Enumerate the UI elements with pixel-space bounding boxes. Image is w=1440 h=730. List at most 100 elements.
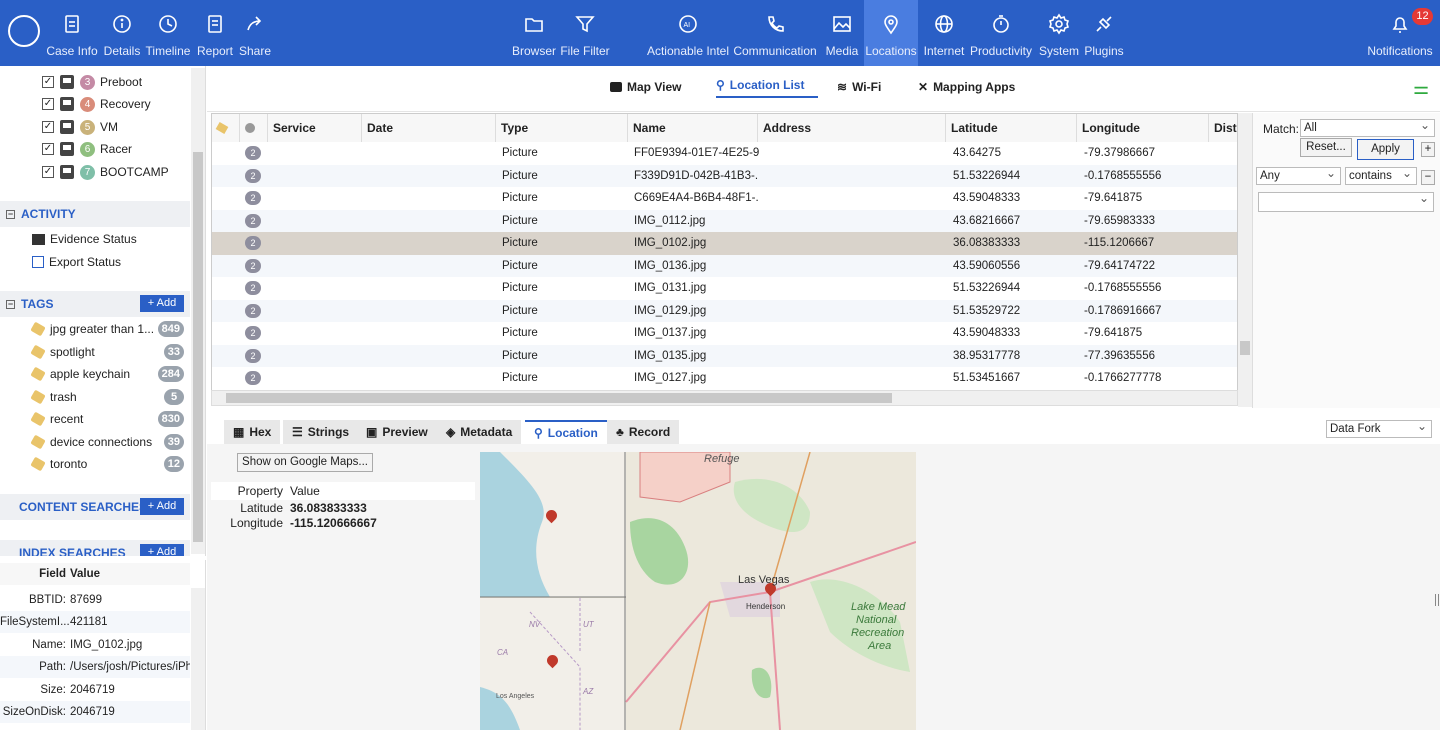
column-header-type[interactable]: Type bbox=[496, 114, 628, 142]
table-row[interactable]: 2 Picture IMG_0136.jpg 43.59060556 -79.64174… bbox=[212, 254, 1237, 277]
toolbar-timeline[interactable]: Timeline bbox=[146, 0, 190, 66]
tag-item[interactable]: spotlight 33 bbox=[0, 341, 190, 363]
add-index-search-button[interactable]: + Add bbox=[140, 544, 184, 556]
fields-scrollbar[interactable] bbox=[191, 588, 205, 730]
toolbar-productivity[interactable]: Productivity bbox=[970, 0, 1032, 66]
table-row[interactable]: 2 Picture FF0E9394-01E7-4E25-9... 43.64275 -… bbox=[212, 142, 1237, 165]
tag-column-icon[interactable] bbox=[212, 114, 240, 142]
toolbar-browser[interactable]: Browser bbox=[512, 0, 556, 66]
match-select[interactable]: All bbox=[1300, 117, 1435, 137]
column-header-service[interactable]: Service bbox=[268, 114, 362, 142]
table-row[interactable]: 2 Picture C669E4A4-B6B4-48F1-... 43.5904833… bbox=[212, 187, 1237, 210]
tag-item[interactable]: apple keychain 284 bbox=[0, 363, 190, 385]
location-map[interactable]: Refuge Las Vegas Henderson Lake Mead Nat… bbox=[480, 452, 916, 730]
tag-item[interactable]: device connections 39 bbox=[0, 431, 190, 453]
contains-select[interactable]: contains bbox=[1345, 165, 1417, 185]
add-tag-button[interactable]: + Add bbox=[140, 295, 184, 312]
checkbox[interactable]: ✓ bbox=[42, 98, 54, 110]
checkbox[interactable]: ✓ bbox=[42, 166, 54, 178]
toolbar-system[interactable]: System bbox=[1038, 0, 1080, 66]
source-item[interactable]: ✓ 3 Preboot bbox=[0, 71, 190, 93]
source-item[interactable]: ✓ 6 Racer bbox=[0, 138, 190, 160]
activity-section-header[interactable]: − ACTIVITY bbox=[0, 201, 190, 227]
reset-button[interactable]: Reset... bbox=[1300, 138, 1352, 157]
table-row[interactable]: 2 Picture IMG_0112.jpg 43.68216667 -79.65983… bbox=[212, 209, 1237, 232]
tag-icon bbox=[30, 434, 46, 450]
tab-strings[interactable]: ☰ Strings bbox=[283, 420, 359, 444]
tab-location[interactable]: ⚲ Location bbox=[525, 420, 607, 444]
show-on-google-maps-button[interactable]: Show on Google Maps... bbox=[237, 453, 373, 472]
index-searches-header[interactable]: INDEX SEARCHES + Add bbox=[0, 540, 190, 556]
app-logo-icon[interactable] bbox=[8, 15, 40, 47]
tab-wifi[interactable]: ≋ Wi-Fi bbox=[837, 76, 881, 98]
tags-section-header[interactable]: − TAGS + Add bbox=[0, 291, 190, 317]
source-item[interactable]: ✓ 4 Recovery bbox=[0, 93, 190, 115]
scrollbar-thumb[interactable] bbox=[193, 152, 203, 542]
column-header-longitude[interactable]: Longitude bbox=[1077, 114, 1209, 142]
activity-item-export-status[interactable]: Export Status bbox=[0, 251, 190, 273]
toolbar-report[interactable]: Report bbox=[196, 0, 234, 66]
add-condition-button[interactable]: + bbox=[1421, 142, 1435, 157]
tag-item[interactable]: jpg greater than 1... 849 bbox=[0, 318, 190, 340]
toolbar-file-filter[interactable]: File Filter bbox=[560, 0, 610, 66]
tag-item[interactable]: recent 830 bbox=[0, 408, 190, 430]
content-searches-header[interactable]: CONTENT SEARCHES + Add bbox=[0, 494, 190, 520]
table-row[interactable]: 2 Picture IMG_0137.jpg 43.59048333 -79.64187… bbox=[212, 322, 1237, 345]
tab-hex[interactable]: ▦ Hex bbox=[224, 420, 281, 444]
apply-button[interactable]: Apply bbox=[1357, 139, 1414, 160]
column-header-distance[interactable]: Dista bbox=[1209, 114, 1237, 142]
map-pin-icon bbox=[884, 15, 898, 35]
remove-condition-button[interactable]: − bbox=[1421, 170, 1435, 185]
checkbox[interactable]: ✓ bbox=[42, 143, 54, 155]
table-row[interactable]: 2 Picture IMG_0102.jpg 36.08383333 -115.1206… bbox=[212, 232, 1237, 255]
scrollbar-thumb[interactable] bbox=[226, 393, 892, 403]
checkbox[interactable]: ✓ bbox=[42, 121, 54, 133]
toolbar-locations[interactable]: Locations bbox=[864, 0, 918, 66]
source-item[interactable]: ✓ 5 VM bbox=[0, 116, 190, 138]
any-select[interactable]: Any bbox=[1256, 165, 1341, 185]
collapse-icon[interactable]: − bbox=[6, 209, 15, 219]
tab-map-view[interactable]: Map View bbox=[610, 76, 681, 98]
table-row[interactable]: 2 Picture IMG_0135.jpg 38.95317778 -77.39635… bbox=[212, 344, 1237, 367]
checkbox[interactable]: ✓ bbox=[42, 76, 54, 88]
toolbar-media[interactable]: Media bbox=[824, 0, 860, 66]
tab-metadata[interactable]: ◈ Metadata bbox=[437, 420, 522, 444]
tag-item[interactable]: toronto 12 bbox=[0, 453, 190, 475]
column-header-name[interactable]: Name bbox=[628, 114, 758, 142]
tab-location-list[interactable]: ⚲ Location List bbox=[716, 76, 818, 98]
splitter-handle[interactable] bbox=[1435, 594, 1439, 606]
toolbar-actionable-intel[interactable]: AI Actionable Intel bbox=[646, 0, 730, 66]
table-row[interactable]: 2 Picture IMG_0127.jpg 51.53451667 -0.176627… bbox=[212, 367, 1237, 390]
add-content-search-button[interactable]: + Add bbox=[140, 498, 184, 515]
grid-vertical-scrollbar[interactable] bbox=[1238, 113, 1252, 407]
column-header-latitude[interactable]: Latitude bbox=[946, 114, 1077, 142]
tab-mapping-apps[interactable]: ✕ Mapping Apps bbox=[918, 76, 1015, 98]
toolbar-details[interactable]: Details bbox=[102, 0, 142, 66]
left-panel-scrollbar[interactable] bbox=[191, 68, 205, 554]
tab-record[interactable]: ♣ Record bbox=[607, 420, 680, 444]
toolbar-case-info[interactable]: Case Info bbox=[46, 0, 98, 66]
toolbar-label: Actionable Intel bbox=[646, 44, 730, 58]
collapse-icon[interactable]: − bbox=[6, 299, 15, 309]
toolbar-share[interactable]: Share bbox=[238, 0, 272, 66]
tab-preview[interactable]: ▣ Preview bbox=[357, 420, 437, 444]
column-header-date[interactable]: Date bbox=[362, 114, 496, 142]
column-header-address[interactable]: Address bbox=[758, 114, 946, 142]
toolbar-plugins[interactable]: Plugins bbox=[1084, 0, 1124, 66]
table-row[interactable]: 2 Picture IMG_0129.jpg 51.53529722 -0.178691… bbox=[212, 299, 1237, 322]
filter-value-input[interactable] bbox=[1258, 190, 1434, 212]
source-item[interactable]: ✓ 7 BOOTCAMP bbox=[0, 161, 190, 183]
table-row[interactable]: 2 Picture F339D91D-042B-41B3-... 51.5322694… bbox=[212, 164, 1237, 187]
cell-name: IMG_0112.jpg bbox=[634, 214, 706, 227]
activity-item-evidence-status[interactable]: Evidence Status bbox=[0, 228, 190, 250]
table-row[interactable]: 2 Picture IMG_0131.jpg 51.53226944 -0.176855… bbox=[212, 277, 1237, 300]
toolbar-communication[interactable]: Communication bbox=[733, 0, 817, 66]
data-fork-select[interactable]: Data Fork bbox=[1326, 418, 1432, 438]
toolbar-internet[interactable]: Internet bbox=[922, 0, 966, 66]
column-settings-icon[interactable]: ⚌ bbox=[1413, 78, 1429, 98]
status-column-icon[interactable] bbox=[240, 114, 268, 142]
grid-horizontal-scrollbar[interactable] bbox=[211, 390, 1238, 406]
scrollbar-thumb[interactable] bbox=[1240, 341, 1250, 355]
tag-item[interactable]: trash 5 bbox=[0, 386, 190, 408]
fields-panel: Field Value BBTID: 87699 FileSystemI... 421… bbox=[0, 560, 206, 730]
